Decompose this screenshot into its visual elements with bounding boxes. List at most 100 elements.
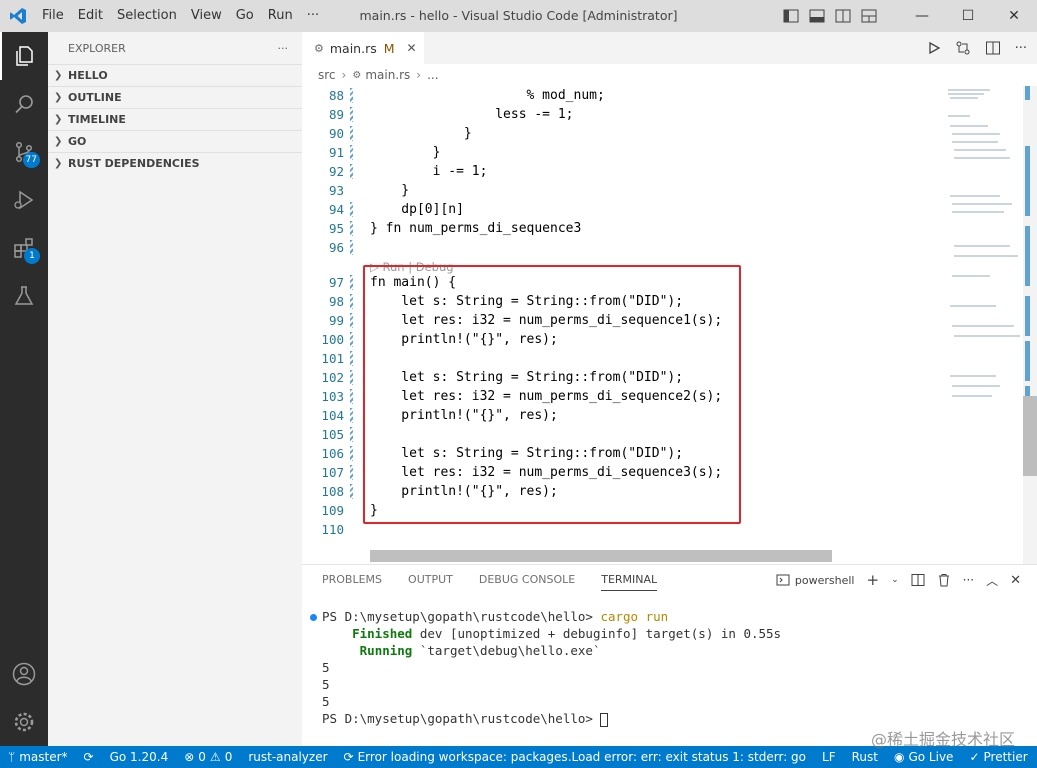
gopls-error-status[interactable]: ⟳ Error loading workspace: packages.Load … bbox=[336, 750, 814, 764]
tab-output[interactable]: OUTPUT bbox=[408, 573, 453, 591]
rust-file-icon: ⚙ bbox=[314, 41, 324, 55]
broadcast-icon: ◉ bbox=[893, 750, 905, 764]
chevron-right-icon: ❯ bbox=[54, 114, 63, 125]
section-timeline[interactable]: ❯ TIMELINE bbox=[48, 108, 302, 130]
more-actions-icon[interactable]: ··· bbox=[963, 573, 974, 587]
minimap[interactable] bbox=[940, 86, 1026, 564]
menu-run[interactable]: Run bbox=[261, 0, 300, 32]
tab-terminal[interactable]: TERMINAL bbox=[601, 573, 658, 591]
close-window-button[interactable]: ✕ bbox=[991, 0, 1037, 32]
terminal-shell-selector[interactable]: powershell bbox=[776, 573, 855, 587]
problems-status[interactable]: ⊗ 0 ⚠ 0 bbox=[176, 750, 240, 764]
terminal-output-line: 5 bbox=[322, 694, 330, 709]
code-line: 97 fn main() { bbox=[328, 275, 457, 290]
split-terminal-icon[interactable] bbox=[911, 573, 925, 587]
close-panel-icon[interactable]: ✕ bbox=[1010, 573, 1021, 588]
explorer-more-button[interactable]: ··· bbox=[278, 42, 289, 55]
terminal-prompt-line: PS D:\mysetup\gopath\rustcode\hello> bbox=[322, 711, 609, 728]
explorer-icon[interactable] bbox=[0, 32, 48, 80]
section-rust-dependencies[interactable]: ❯ RUST DEPENDENCIES bbox=[48, 152, 302, 174]
horizontal-scrollbar[interactable] bbox=[370, 550, 832, 562]
code-line: 90 } bbox=[328, 126, 472, 141]
tab-debug-console[interactable]: DEBUG CONSOLE bbox=[479, 573, 575, 591]
code-line: 105 bbox=[302, 425, 940, 444]
trash-icon[interactable] bbox=[937, 573, 951, 587]
chevron-down-icon[interactable]: ⌄ bbox=[891, 575, 899, 585]
sync-icon: ⟳ bbox=[343, 750, 354, 764]
menu-go[interactable]: Go bbox=[229, 0, 261, 32]
breadcrumb-file[interactable]: main.rs bbox=[365, 68, 410, 82]
explorer-header: EXPLORER ··· bbox=[48, 32, 302, 64]
activity-bar: 77 1 bbox=[0, 32, 48, 746]
run-code-icon[interactable] bbox=[927, 41, 941, 55]
layout-controls bbox=[783, 0, 877, 32]
code-line: 92 i -= 1; bbox=[328, 164, 488, 179]
error-icon: ⊗ bbox=[184, 750, 195, 764]
code-line: 88 % mod_num; bbox=[328, 88, 605, 103]
toggle-secondary-sidebar-icon[interactable] bbox=[835, 9, 851, 23]
section-hello[interactable]: ❯ HELLO bbox=[48, 64, 302, 86]
section-outline[interactable]: ❯ OUTLINE bbox=[48, 86, 302, 108]
account-icon[interactable] bbox=[0, 650, 48, 698]
menu-edit[interactable]: Edit bbox=[71, 0, 110, 32]
code-line: 108 println!("{}", res); bbox=[321, 484, 558, 499]
extensions-badge: 1 bbox=[24, 248, 40, 264]
sync-icon[interactable]: ⟳ bbox=[76, 750, 102, 764]
toggle-sidebar-icon[interactable] bbox=[783, 9, 799, 23]
search-icon[interactable] bbox=[0, 80, 48, 128]
tab-main-rs[interactable]: ⚙ main.rs M ✕ bbox=[302, 32, 424, 64]
split-editor-icon[interactable] bbox=[985, 40, 1001, 56]
go-live-status[interactable]: ◉ Go Live bbox=[886, 750, 961, 764]
customize-layout-icon[interactable] bbox=[861, 9, 877, 23]
code-line: 99 let res: i32 = num_perms_di_sequence1… bbox=[328, 313, 723, 328]
close-tab-icon[interactable]: ✕ bbox=[407, 41, 417, 55]
menu-selection[interactable]: Selection bbox=[110, 0, 184, 32]
panel-tabs: PROBLEMS OUTPUT DEBUG CONSOLE TERMINAL bbox=[322, 573, 658, 591]
settings-gear-icon[interactable] bbox=[0, 698, 48, 746]
branch-status[interactable]: ᛘ master* bbox=[0, 750, 76, 764]
tab-problems[interactable]: PROBLEMS bbox=[322, 573, 382, 591]
prettier-status[interactable]: ✓ Prettier bbox=[961, 750, 1035, 764]
maximize-button[interactable]: ☐ bbox=[945, 0, 991, 32]
minimize-button[interactable]: — bbox=[899, 0, 945, 32]
compare-changes-icon[interactable] bbox=[955, 40, 971, 56]
breadcrumb: src › ⚙ main.rs › ... bbox=[302, 64, 1037, 86]
code-line: 95} fn num_perms_di_sequence3 bbox=[328, 221, 582, 236]
language-status[interactable]: Rust bbox=[844, 750, 886, 764]
scm-badge: 77 bbox=[22, 152, 40, 168]
shell-name: powershell bbox=[794, 573, 855, 587]
eol-status[interactable]: LF bbox=[814, 750, 844, 764]
chevron-up-icon[interactable]: ︿ bbox=[986, 572, 998, 589]
source-control-icon[interactable]: 77 bbox=[0, 128, 48, 176]
rust-file-icon: ⚙ bbox=[352, 69, 362, 81]
toggle-panel-icon[interactable] bbox=[809, 9, 825, 23]
chevron-right-icon: ❯ bbox=[54, 70, 63, 81]
go-version-status[interactable]: Go 1.20.4 bbox=[102, 750, 177, 764]
code-line: 100 println!("{}", res); bbox=[321, 332, 558, 347]
menu-more[interactable]: ··· bbox=[300, 0, 326, 32]
code-line: 104 println!("{}", res); bbox=[321, 408, 558, 423]
testing-flask-icon[interactable] bbox=[0, 272, 48, 320]
menu-file[interactable]: File bbox=[35, 0, 71, 32]
menu-view[interactable]: View bbox=[184, 0, 229, 32]
more-actions-icon[interactable]: ··· bbox=[1015, 41, 1027, 56]
code-editor[interactable]: 88 % mod_num; 89 less -= 1; 90 } 91 } 92… bbox=[302, 86, 940, 564]
breadcrumb-more[interactable]: ... bbox=[427, 68, 438, 82]
code-line: 109} bbox=[321, 503, 378, 518]
terminal-cursor bbox=[600, 712, 609, 727]
warning-icon: ⚠ bbox=[209, 750, 221, 764]
breadcrumb-src[interactable]: src bbox=[318, 68, 336, 82]
extensions-icon[interactable]: 1 bbox=[0, 224, 48, 272]
rust-analyzer-status[interactable]: rust-analyzer bbox=[240, 750, 335, 764]
tab-label: main.rs bbox=[329, 40, 377, 56]
section-go[interactable]: ❯ GO bbox=[48, 130, 302, 152]
terminal-output-line: 5 bbox=[322, 677, 330, 692]
new-terminal-plus-icon[interactable]: + bbox=[867, 571, 880, 589]
editor-actions: ··· bbox=[927, 32, 1027, 64]
terminal-running-line: Running `target\debug\hello.exe` bbox=[359, 643, 601, 658]
double-check-icon: ✓ bbox=[969, 750, 980, 764]
run-debug-icon[interactable] bbox=[0, 176, 48, 224]
code-line: 110 bbox=[321, 522, 344, 537]
terminal-output-line: 5 bbox=[322, 660, 330, 675]
vertical-scrollbar[interactable] bbox=[1023, 86, 1037, 564]
